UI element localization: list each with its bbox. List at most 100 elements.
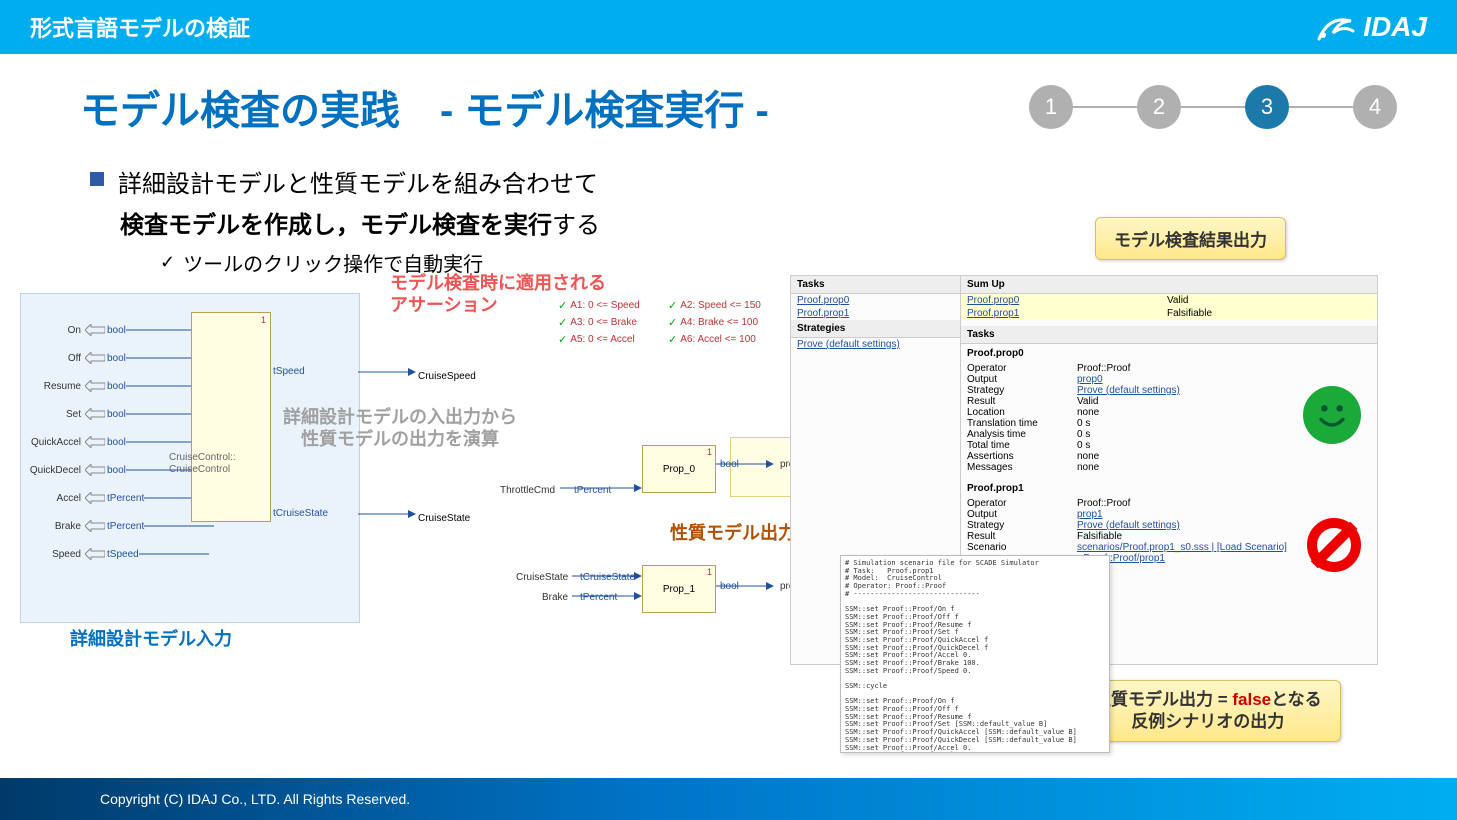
input-port-row: On bool — [25, 316, 214, 344]
signal-arrow — [716, 579, 776, 593]
port-name: Off — [25, 353, 85, 364]
result-key: Result — [967, 531, 1077, 542]
port-arrow-icon — [85, 352, 105, 364]
model-inputs-panel: On bool Off bool Resume bool Set bool Qu… — [20, 293, 360, 623]
result-key: Result — [967, 396, 1077, 407]
signal-arrow — [572, 569, 642, 583]
port-type: bool — [107, 465, 126, 476]
result-value: none — [1077, 451, 1099, 462]
result-value: none — [1077, 462, 1099, 473]
check-icon: ✓ — [668, 316, 677, 329]
assertion-item: ✓A2: Speed <= 150 — [668, 299, 788, 312]
check-icon: ✓ — [668, 333, 677, 346]
throttle-label: ThrottleCmd — [500, 485, 555, 496]
port-type: bool — [107, 437, 126, 448]
result-key: Output — [967, 374, 1077, 385]
copyright: Copyright (C) IDAJ Co., LTD. All Rights … — [100, 791, 410, 807]
signal-arrow — [572, 589, 642, 603]
assertion-text: A5: 0 <= Accel — [570, 334, 635, 345]
detail0-title: Proof.prop0 — [961, 344, 1377, 363]
port-arrow-icon — [85, 464, 105, 476]
sumup-name[interactable]: Proof.prop0 — [967, 295, 1167, 306]
result-row: OperatorProof::Proof — [961, 498, 1377, 509]
port-wire — [139, 548, 209, 560]
p1-in2-label: Brake — [542, 592, 568, 603]
inputs-caption: 詳細設計モデル入力 — [70, 625, 232, 651]
input-port-row: Set bool — [25, 400, 214, 428]
assertion-item: ✓A3: 0 <= Brake — [558, 316, 668, 329]
result-row: OperatorProof::Proof — [961, 363, 1377, 374]
logo-icon — [1315, 11, 1355, 43]
port-type: bool — [107, 325, 126, 336]
result-value: 0 s — [1077, 429, 1090, 440]
cruise-control-block: 1 — [191, 312, 271, 522]
input-port-row: Resume bool — [25, 372, 214, 400]
bullet-1: 詳細設計モデルと性質モデルを組み合わせて — [90, 164, 1397, 199]
port-name: Set — [25, 409, 85, 420]
assertion-item: ✓A5: 0 <= Accel — [558, 333, 668, 346]
check-icon: ✓ — [160, 252, 175, 273]
step-4: 4 — [1353, 85, 1397, 129]
check-icon: ✓ — [668, 299, 677, 312]
assertion-text: A1: 0 <= Speed — [570, 300, 640, 311]
assertion-text: A3: 0 <= Brake — [570, 317, 637, 328]
step-connector — [1073, 106, 1137, 108]
sumup-row: Proof.prop1Falsifiable — [961, 307, 1377, 320]
result-row: Outputprop1 — [961, 509, 1377, 520]
c2-l1-c: となる — [1271, 690, 1322, 709]
sumup-name[interactable]: Proof.prop1 — [967, 308, 1167, 319]
p1-in1-label: CruiseState — [516, 572, 568, 583]
assertion-item: ✓A6: Accel <= 100 — [668, 333, 788, 346]
result-value: none — [1077, 407, 1099, 418]
property-output-caption: 性質モデル出力 — [670, 519, 796, 545]
sumup-status: Valid — [1167, 295, 1287, 306]
signal-arrow — [358, 365, 418, 379]
result-key: Total time — [967, 440, 1077, 451]
result-key: Translation time — [967, 418, 1077, 429]
strategy-link[interactable]: Prove (default settings) — [791, 338, 960, 351]
bullet-2-tail: する — [552, 212, 600, 239]
scenario-output-pane: # Simulation scenario file for SCADE Sim… — [840, 555, 1110, 753]
result-key: Strategy — [967, 520, 1077, 531]
port-name: QuickAccel — [25, 437, 85, 448]
input-port-row: Brake tPercent — [25, 512, 214, 540]
detail1-title: Proof.prop1 — [961, 479, 1377, 498]
port-type: tPercent — [107, 493, 144, 504]
bullet-1-text: 詳細設計モデルと性質モデルを組み合わせて — [118, 164, 598, 199]
check-icon: ✓ — [558, 333, 567, 346]
footer: Copyright (C) IDAJ Co., LTD. All Rights … — [0, 778, 1457, 820]
falsifiable-forbidden-icon — [1307, 518, 1361, 572]
result-value: Proof::Proof — [1077, 363, 1130, 374]
step-3: 3 — [1245, 85, 1289, 129]
cruise-state-label: CruiseState — [418, 513, 470, 524]
result-row: Total time0 s — [961, 440, 1377, 451]
signal-arrow — [358, 507, 418, 521]
result-key: Strategy — [967, 385, 1077, 396]
c2-l1-b: false — [1232, 690, 1271, 709]
assertion-list: ✓A1: 0 <= Speed✓A2: Speed <= 150✓A3: 0 <… — [558, 299, 788, 346]
block-name-l2: CruiseControl — [169, 464, 236, 476]
port-name: Resume — [25, 381, 85, 392]
step-indicator: 1 2 3 4 — [1029, 85, 1397, 129]
input-port-row: Off bool — [25, 344, 214, 372]
result-key: Messages — [967, 462, 1077, 473]
result-value: Valid — [1077, 396, 1099, 407]
result-value-link[interactable]: prop0 — [1077, 374, 1371, 385]
port-name: On — [25, 325, 85, 336]
assertion-item: ✓A1: 0 <= Speed — [558, 299, 668, 312]
task-link[interactable]: Proof.prop0 — [791, 294, 960, 307]
bullet-2-bold: 検査モデルを作成し，モデル検査を実行 — [120, 212, 552, 239]
logo-text: IDAJ — [1363, 11, 1427, 43]
result-key: Operator — [967, 363, 1077, 374]
tasks-header: Tasks — [791, 276, 960, 294]
step-2: 2 — [1137, 85, 1181, 129]
result-value: 0 s — [1077, 418, 1090, 429]
gray-annot-l2: 性質モデルの出力を演算 — [260, 429, 540, 451]
block-name-l1: CruiseControl:: — [169, 452, 236, 464]
gray-annot-l1: 詳細設計モデルの入出力から — [260, 407, 540, 429]
check-icon: ✓ — [558, 316, 567, 329]
port-arrow-icon — [85, 408, 105, 420]
task-link[interactable]: Proof.prop1 — [791, 307, 960, 320]
step-connector — [1289, 106, 1353, 108]
bullet-square-icon — [90, 172, 104, 186]
